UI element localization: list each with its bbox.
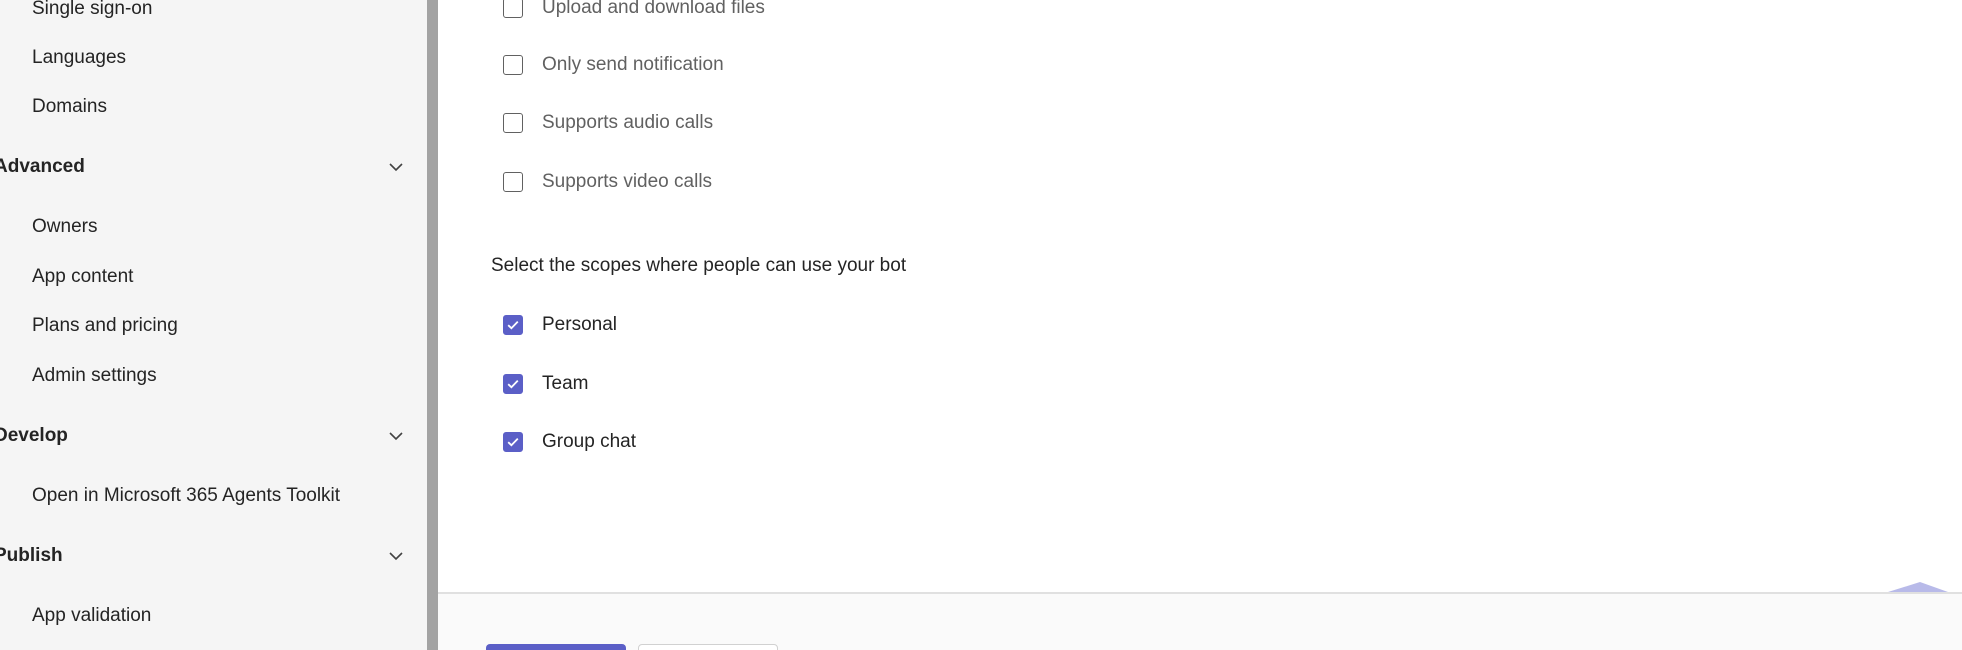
checkbox[interactable] [503,113,523,133]
checkbox-label: Team [542,373,589,394]
sidebar-scrollbar[interactable] [427,0,438,650]
checkbox-label: Upload and download files [542,0,765,18]
sidebar-section-label: Advanced [0,156,85,177]
sidebar-item-single-sign-on[interactable]: Single sign-on [32,0,412,26]
sidebar-item-label: App validation [32,605,152,626]
scope-team[interactable]: Team [503,369,588,399]
sidebar-item-open-in-agents-toolkit[interactable]: Open in Microsoft 365 Agents Toolkit [32,479,412,513]
checkbox[interactable] [503,374,523,394]
checkbox-label: Personal [542,314,617,335]
secondary-button[interactable] [638,644,778,650]
sidebar-item-label: Admin settings [32,365,157,386]
sidebar-item-label: Plans and pricing [32,315,178,336]
scope-group-chat[interactable]: Group chat [503,427,636,457]
scope-personal[interactable]: Personal [503,310,617,340]
sidebar-item-domains[interactable]: Domains [32,90,412,124]
checkbox-label: Group chat [542,431,636,452]
sidebar: Single sign-on Languages Domains Advance… [0,0,427,650]
sidebar-item-label: Owners [32,216,98,237]
capability-supports-audio-calls[interactable]: Supports audio calls [503,108,713,138]
sidebar-item-owners[interactable]: Owners [32,210,412,244]
checkbox-label: Supports audio calls [542,112,714,133]
capability-supports-video-calls[interactable]: Supports video calls [503,167,712,197]
sidebar-item-label: Open in Microsoft 365 Agents Toolkit [32,485,341,506]
checkbox-label: Only send notification [542,54,724,75]
chevron-down-icon [386,538,406,574]
checkmark-icon [507,379,519,389]
chevron-down-icon [386,418,406,454]
checkmark-icon [507,437,519,447]
sidebar-item-admin-settings[interactable]: Admin settings [32,359,412,393]
checkbox[interactable] [503,0,523,18]
decorative-illustration [1878,548,1962,592]
sidebar-section-advanced[interactable]: Advanced [0,149,406,185]
checkbox[interactable] [503,432,523,452]
scopes-heading: Select the scopes where people can use y… [491,255,907,276]
sidebar-item-app-content[interactable]: App content [32,260,412,294]
primary-button[interactable] [486,644,626,650]
sidebar-item-plans-and-pricing[interactable]: Plans and pricing [32,309,412,343]
sidebar-section-label: Develop [0,425,68,446]
sidebar-item-app-validation[interactable]: App validation [32,599,412,633]
main-content: Upload and download files Only send noti… [438,0,1962,592]
sidebar-item-languages[interactable]: Languages [32,41,412,75]
checkbox[interactable] [503,315,523,335]
chevron-down-icon [386,149,406,185]
checkmark-icon [507,320,519,330]
sidebar-section-publish[interactable]: Publish [0,538,406,574]
checkbox[interactable] [503,172,523,192]
capability-upload-download-files[interactable]: Upload and download files [503,0,765,23]
sidebar-section-develop[interactable]: Develop [0,418,406,454]
checkbox[interactable] [503,55,523,75]
footer-action-bar [438,592,1962,650]
sidebar-section-label: Publish [0,545,63,566]
checkbox-label: Supports video calls [542,171,713,192]
sidebar-item-label: Single sign-on [32,0,153,19]
sidebar-item-label: App content [32,266,134,287]
sidebar-item-label: Languages [32,47,127,68]
capability-only-send-notification[interactable]: Only send notification [503,50,724,80]
app-window: Single sign-on Languages Domains Advance… [0,0,1962,650]
sidebar-item-label: Domains [32,96,107,117]
